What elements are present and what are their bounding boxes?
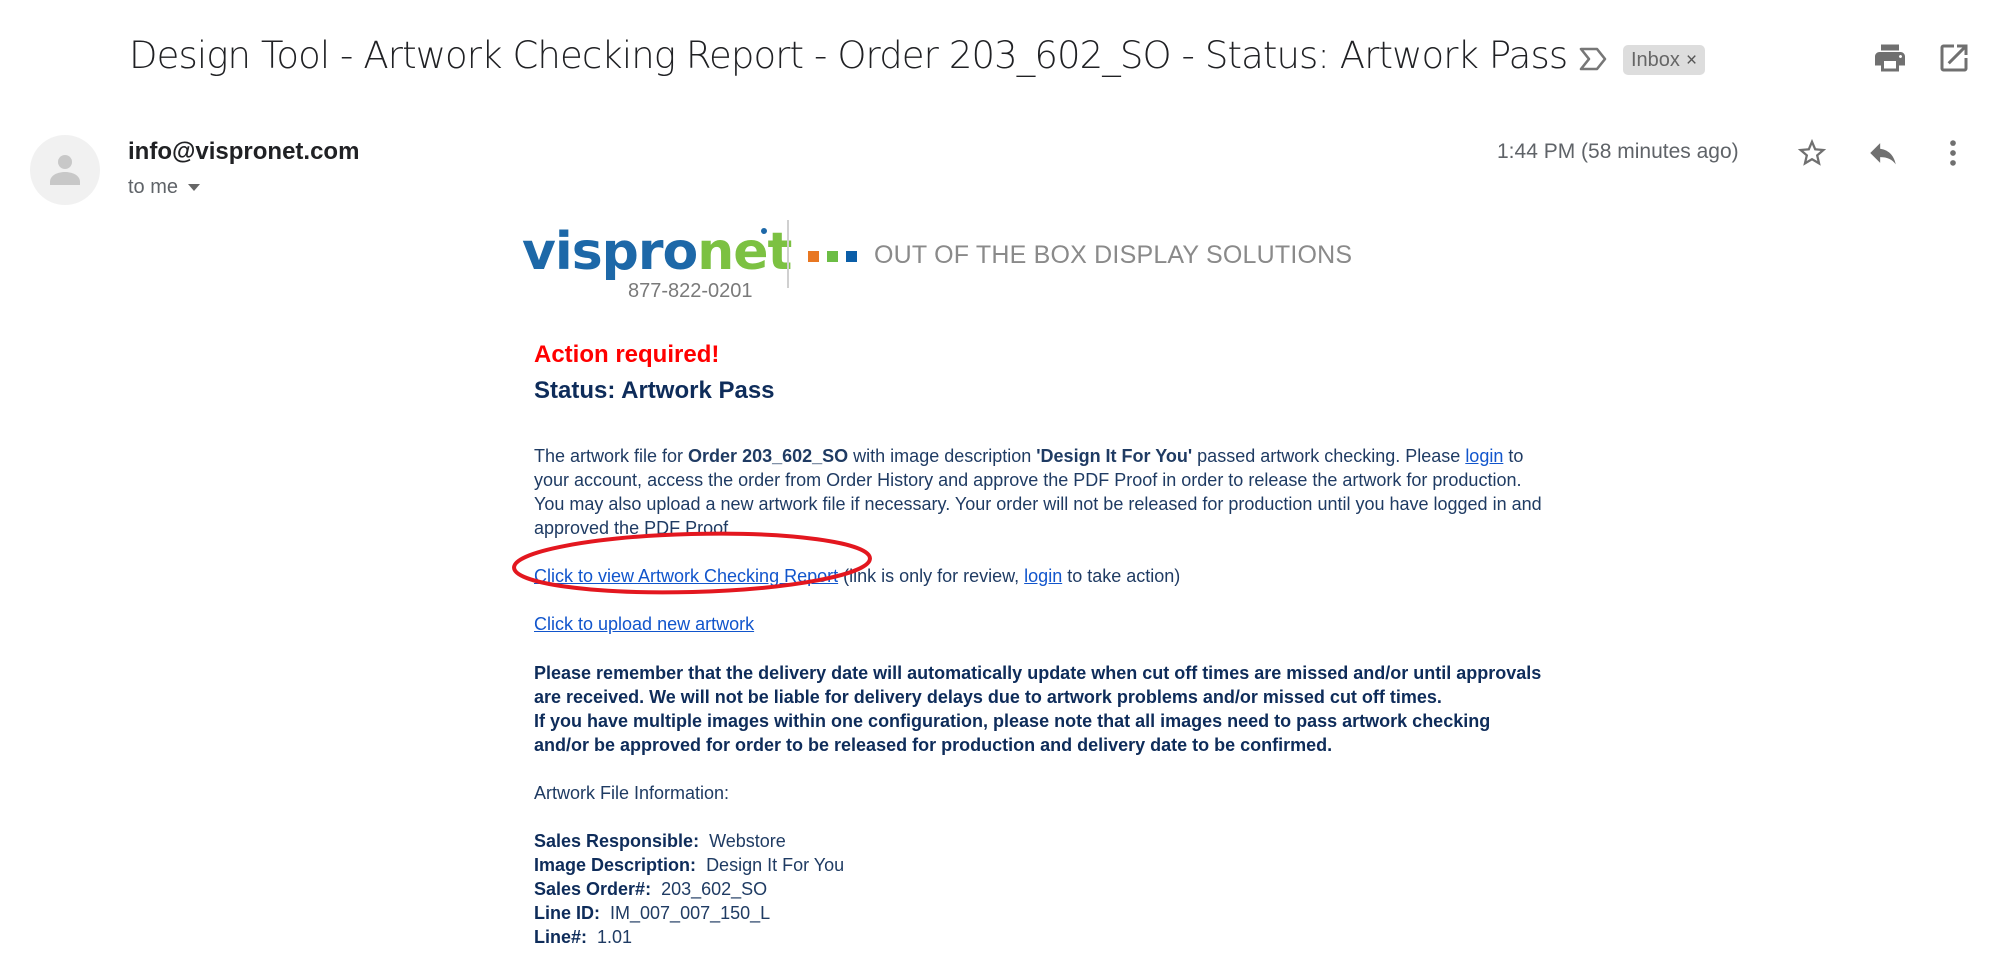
notice-multiple-images: If you have multiple images within one c…: [534, 711, 1491, 755]
open-in-new-window-icon[interactable]: [1936, 40, 1972, 76]
inbox-label-chip: Inbox ×: [1623, 45, 1706, 75]
action-required-heading: Action required!: [534, 341, 720, 368]
sender-avatar[interactable]: [30, 135, 100, 205]
star-icon[interactable]: [1795, 136, 1829, 170]
notice-delivery-date: Please remember that the delivery date w…: [534, 663, 1542, 707]
remove-label-icon[interactable]: ×: [1686, 50, 1697, 71]
file-info-row: Sales Responsible: Webstore: [534, 831, 786, 851]
sender-email[interactable]: info@vispronet.com: [128, 138, 359, 166]
inbox-label-text: Inbox: [1631, 49, 1680, 71]
logo-square-blue: [846, 251, 857, 262]
order-number: Order 203_602_SO: [688, 446, 849, 466]
upload-line: Click to upload new artwork: [534, 612, 1549, 636]
reply-icon[interactable]: [1866, 136, 1900, 170]
login-link[interactable]: login: [1465, 446, 1503, 466]
logo-square-green: [827, 251, 838, 262]
logo-divider: [787, 220, 789, 288]
file-info-row: Line ID: IM_007_007_150_L: [534, 903, 771, 923]
status-heading: Status: Artwork Pass: [534, 377, 775, 404]
recipient-label: to me: [128, 176, 179, 198]
upload-artwork-link[interactable]: Click to upload new artwork: [534, 614, 754, 634]
delivery-notice: Please remember that the delivery date w…: [534, 661, 1549, 757]
logo-phone: 877-822-0201: [628, 280, 753, 302]
importance-marker-icon[interactable]: [1578, 46, 1608, 72]
highlight-ellipse-annotation: [512, 531, 872, 595]
print-icon[interactable]: [1872, 40, 1908, 76]
login-link-2[interactable]: login: [1024, 566, 1062, 586]
file-info-row: Line#: 1.01: [534, 927, 633, 947]
email-body: Action required! Status: Artwork Pass Th…: [534, 340, 1549, 949]
image-description: 'Design It For You': [1036, 446, 1193, 466]
more-options-icon[interactable]: [1936, 136, 1970, 170]
avatar-icon: [50, 155, 80, 185]
recipient-details[interactable]: to me: [128, 176, 201, 199]
email-subject: Design Tool - Artwork Checking Report - …: [129, 34, 1568, 77]
file-info-list: Sales Responsible: Webstore Image Descri…: [534, 829, 1549, 949]
logo-wordmark: vispronet: [522, 222, 792, 282]
logo-square-orange: [808, 251, 819, 262]
file-info-row: Image Description: Design It For You: [534, 855, 845, 875]
file-info-heading: Artwork File Information:: [534, 783, 730, 803]
intro-paragraph: The artwork file for Order 203_602_SO wi…: [534, 446, 1542, 538]
message-timestamp: 1:44 PM (58 minutes ago): [1497, 140, 1739, 163]
chevron-down-icon[interactable]: [188, 184, 201, 192]
logo-registered-dot: [761, 228, 767, 234]
file-info-row: Sales Order#: 203_602_SO: [534, 879, 768, 899]
logo-tagline: OUT OF THE BOX DISPLAY SOLUTIONS: [874, 241, 1353, 269]
